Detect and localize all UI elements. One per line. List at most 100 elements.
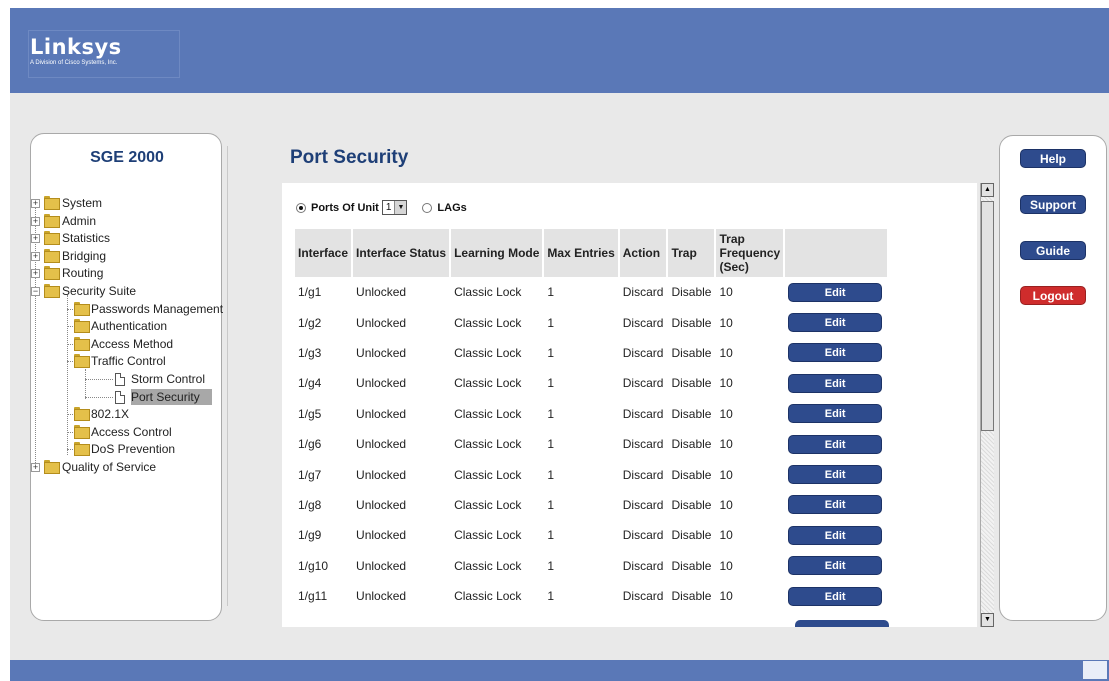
edit-button[interactable]: Edit bbox=[788, 556, 883, 576]
cell-action: Discard bbox=[622, 558, 664, 573]
folder-icon bbox=[74, 407, 90, 422]
cell-interface-status: Unlocked bbox=[356, 315, 407, 330]
tree-label: Storm Control bbox=[131, 371, 206, 386]
page-icon bbox=[115, 372, 125, 386]
scroll-down-icon[interactable]: ▼ bbox=[981, 613, 994, 627]
tree-label: Statistics bbox=[62, 231, 111, 246]
cell-interface-status: Unlocked bbox=[356, 528, 407, 543]
cell-interface: 1/g1 bbox=[298, 285, 322, 300]
help-button[interactable]: Help bbox=[1020, 149, 1086, 168]
cell-max-entries: 1 bbox=[547, 558, 555, 573]
expand-icon[interactable]: + bbox=[31, 199, 40, 208]
unit-select[interactable]: 1 ▼ bbox=[381, 200, 408, 215]
cell-edit: Edit bbox=[785, 307, 887, 337]
cell-learning-mode: Classic Lock bbox=[454, 467, 522, 482]
table-row: 1/g1 Unlocked Classic Lock 1 Discard Disable 1… bbox=[295, 277, 887, 307]
edit-button[interactable]: Edit bbox=[788, 313, 883, 333]
cell-trap: Disable bbox=[671, 589, 712, 604]
scroll-up-icon[interactable]: ▲ bbox=[981, 183, 994, 197]
cell-edit: Edit bbox=[785, 429, 887, 459]
cell-trap: Disable bbox=[671, 376, 712, 391]
cell-interface: 1/g8 bbox=[298, 497, 322, 512]
cell-action: Discard bbox=[622, 376, 664, 391]
scroll-thumb[interactable] bbox=[981, 201, 994, 431]
folder-icon bbox=[74, 336, 90, 351]
cell-learning-mode: Classic Lock bbox=[454, 558, 522, 573]
edit-button[interactable]: Edit bbox=[788, 434, 883, 454]
navigation-panel: SGE 2000 + System + Admin + Statistics +… bbox=[30, 133, 223, 621]
tree-label: Security Suite bbox=[62, 283, 137, 298]
cell-edit: Edit bbox=[785, 459, 887, 489]
folder-icon bbox=[44, 213, 60, 228]
guide-button[interactable]: Guide bbox=[1020, 241, 1086, 260]
table-row: 1/g8 Unlocked Classic Lock 1 Discard Disable 1… bbox=[295, 490, 887, 520]
linksys-logo: Linksys A Division of Cisco Systems, Inc… bbox=[30, 35, 122, 66]
cell-learning-mode: Classic Lock bbox=[454, 497, 522, 512]
content-scrollbar[interactable]: ▲ ▼ bbox=[980, 183, 994, 627]
open-folder-icon bbox=[74, 354, 90, 369]
lags-radio[interactable] bbox=[422, 202, 433, 213]
cell-learning-mode: Classic Lock bbox=[454, 528, 522, 543]
ports-label: Ports bbox=[311, 201, 340, 214]
col-trap-frequency: Trap Frequency (Sec) bbox=[716, 229, 784, 277]
edit-button[interactable]: Edit bbox=[788, 373, 883, 393]
edit-button[interactable]: Edit bbox=[788, 495, 883, 515]
cell-learning-mode: Classic Lock bbox=[454, 437, 522, 452]
edit-button[interactable]: Edit bbox=[788, 343, 883, 363]
content-frame: Ports Of Unit 1 ▼ LAGs Interface Interfa… bbox=[282, 183, 977, 627]
cell-interface-status: Unlocked bbox=[356, 437, 407, 452]
expand-icon[interactable]: + bbox=[31, 251, 40, 261]
cell-trap-frequency: 10 bbox=[719, 467, 733, 482]
col-action: Action bbox=[619, 229, 667, 277]
cell-max-entries: 1 bbox=[547, 315, 555, 330]
col-interface-status: Interface Status bbox=[353, 229, 450, 277]
dropdown-arrow-icon[interactable]: ▼ bbox=[394, 201, 407, 214]
cell-action: Discard bbox=[622, 528, 664, 543]
cell-action: Discard bbox=[622, 285, 664, 300]
tree-label: System bbox=[62, 196, 103, 210]
cell-learning-mode: Classic Lock bbox=[454, 285, 522, 300]
edit-button[interactable]: Edit bbox=[788, 586, 883, 606]
table-row: 1/g3 Unlocked Classic Lock 1 Discard Disable 1… bbox=[295, 338, 887, 368]
logout-button[interactable]: Logout bbox=[1020, 286, 1086, 305]
edit-button-partial[interactable] bbox=[795, 620, 889, 627]
collapse-icon[interactable]: − bbox=[31, 286, 40, 296]
cell-max-entries: 1 bbox=[547, 528, 555, 543]
edit-button[interactable]: Edit bbox=[788, 525, 883, 545]
cell-trap: Disable bbox=[671, 285, 712, 300]
cell-interface-status: Unlocked bbox=[356, 406, 407, 421]
cell-interface: 1/g7 bbox=[298, 467, 322, 482]
cell-trap-frequency: 10 bbox=[719, 528, 733, 543]
cell-trap: Disable bbox=[671, 437, 712, 452]
col-edit bbox=[785, 229, 888, 277]
cell-edit: Edit bbox=[785, 277, 887, 307]
support-button[interactable]: Support bbox=[1020, 195, 1086, 214]
tree-label: Admin bbox=[62, 213, 97, 228]
col-trap: Trap bbox=[668, 229, 715, 277]
cell-interface: 1/g11 bbox=[298, 589, 328, 604]
tree-label: Bridging bbox=[62, 248, 107, 263]
edit-button[interactable]: Edit bbox=[788, 282, 883, 302]
tree-line bbox=[85, 396, 113, 398]
cell-interface-status: Unlocked bbox=[356, 285, 407, 300]
cell-interface-status: Unlocked bbox=[356, 376, 407, 391]
cell-trap: Disable bbox=[671, 528, 712, 543]
cisco-mark-icon bbox=[1083, 661, 1107, 679]
edit-button[interactable]: Edit bbox=[788, 404, 883, 424]
cell-trap-frequency: 10 bbox=[719, 315, 733, 330]
tree-label: Quality of Service bbox=[62, 459, 157, 474]
cell-interface: 1/g3 bbox=[298, 345, 322, 360]
ports-radio[interactable] bbox=[296, 202, 306, 213]
edit-button[interactable]: Edit bbox=[788, 465, 883, 485]
cell-max-entries: 1 bbox=[547, 589, 555, 604]
expand-icon[interactable]: + bbox=[31, 462, 40, 472]
table-row: 1/g4 Unlocked Classic Lock 1 Discard Disable 1… bbox=[295, 368, 887, 398]
expand-icon[interactable]: + bbox=[31, 269, 40, 279]
expand-icon[interactable]: + bbox=[31, 234, 40, 244]
cell-action: Discard bbox=[622, 315, 664, 330]
brand-name: Linksys bbox=[30, 35, 122, 59]
tree-label: 802.1X bbox=[91, 407, 130, 422]
cell-max-entries: 1 bbox=[547, 345, 555, 360]
cell-trap: Disable bbox=[671, 345, 712, 360]
expand-icon[interactable]: + bbox=[31, 216, 40, 226]
